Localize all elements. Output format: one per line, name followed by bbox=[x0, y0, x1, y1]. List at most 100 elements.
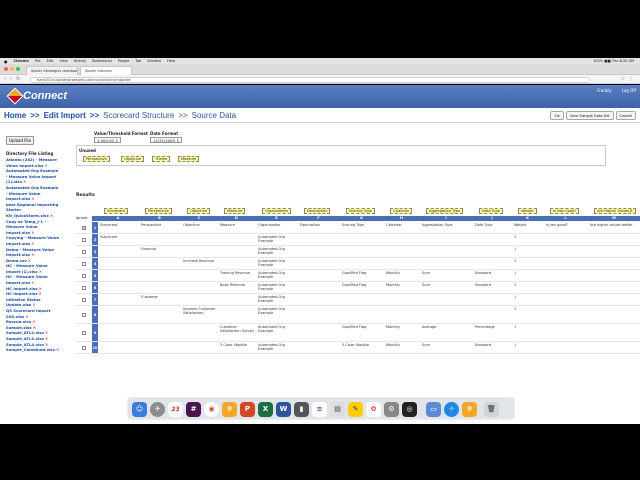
safari-icon[interactable]: ✧ bbox=[444, 402, 459, 417]
remove-file-icon[interactable]: ✕ bbox=[44, 163, 47, 168]
upload-file-button[interactable]: Upload File bbox=[6, 136, 34, 145]
close-window-icon[interactable] bbox=[4, 67, 8, 71]
remove-file-icon[interactable]: ✕ bbox=[31, 230, 34, 235]
user-link[interactable]: Frankly bbox=[597, 88, 611, 93]
ignore-checkbox[interactable] bbox=[82, 298, 86, 302]
column-mapping-chip[interactable]: Perspective bbox=[145, 208, 172, 214]
preview-icon[interactable]: ▤ bbox=[330, 402, 345, 417]
column-mapping-chip[interactable]: Are Higher Values B bbox=[594, 208, 636, 214]
remove-file-icon[interactable]: ✕ bbox=[28, 258, 31, 263]
column-mapping-chip[interactable]: Measure bbox=[224, 208, 246, 214]
remove-file-icon[interactable]: ✕ bbox=[23, 179, 26, 184]
column-mapping-chip[interactable]: Is Has Good? bbox=[550, 208, 580, 214]
menu-item-edit[interactable]: Edit bbox=[47, 59, 54, 63]
ignore-checkbox[interactable] bbox=[82, 313, 86, 317]
chrome-icon[interactable]: ◉ bbox=[204, 402, 219, 417]
remove-file-icon[interactable]: ✕ bbox=[45, 336, 48, 341]
remove-file-icon[interactable]: ✕ bbox=[32, 319, 35, 324]
remove-file-icon[interactable]: ✕ bbox=[31, 196, 34, 201]
finder-icon[interactable]: ☺ bbox=[132, 402, 147, 417]
remove-file-icon[interactable]: ✕ bbox=[50, 213, 53, 218]
unused-chip-objective[interactable]: Objective bbox=[121, 156, 145, 162]
reload-icon[interactable]: ↻ bbox=[16, 76, 20, 82]
menu-item-window[interactable]: Window bbox=[147, 59, 161, 63]
remove-file-icon[interactable]: ✕ bbox=[25, 314, 28, 319]
column-mapping-chip[interactable]: Weight bbox=[518, 208, 537, 214]
menu-item-chrome[interactable]: Chrome bbox=[14, 59, 29, 63]
breadcrumb-scorecard-structure[interactable]: Scorecard Structure bbox=[103, 111, 174, 120]
column-mapping-chip[interactable]: Organization bbox=[262, 208, 291, 214]
remove-file-icon[interactable]: ✕ bbox=[31, 241, 34, 246]
unused-chip-perspective[interactable]: Perspective bbox=[83, 156, 110, 162]
column-mapping-chip[interactable]: Description bbox=[304, 208, 331, 214]
calendar-icon[interactable]: 23 bbox=[168, 402, 183, 417]
cancel-button[interactable]: Cancel bbox=[615, 111, 636, 120]
logoff-link[interactable]: Log Off bbox=[622, 88, 636, 93]
breadcrumb-home[interactable]: Home bbox=[4, 111, 26, 120]
column-mapping-chip[interactable]: Scoring Type bbox=[346, 208, 375, 214]
column-mapping-chip[interactable]: Objective bbox=[187, 208, 211, 214]
snowflake-app-2-icon[interactable]: ✻ bbox=[462, 402, 477, 417]
ignore-checkbox[interactable] bbox=[82, 262, 86, 266]
column-mapping-chip[interactable]: Aggregation Type bbox=[426, 208, 464, 214]
menu-item-help[interactable]: Help bbox=[167, 59, 175, 63]
remove-file-icon[interactable]: ✕ bbox=[39, 291, 42, 296]
connect-logo[interactable]: Connect bbox=[6, 87, 67, 105]
column-mapping-chip[interactable]: Data Type bbox=[479, 208, 503, 214]
remove-file-icon[interactable]: ✕ bbox=[45, 330, 48, 335]
ok-button[interactable]: Ok bbox=[550, 111, 564, 120]
zoom-window-icon[interactable] bbox=[16, 67, 20, 71]
unused-chip-measure[interactable]: Measure bbox=[178, 156, 200, 162]
ignore-checkbox[interactable] bbox=[82, 274, 86, 278]
downloads-folder-icon[interactable]: ▭ bbox=[426, 402, 441, 417]
slack-icon[interactable]: # bbox=[186, 402, 201, 417]
back-icon[interactable]: ‹ bbox=[4, 76, 6, 82]
value-format-select[interactable]: 1,000.00 ⇕ bbox=[94, 137, 122, 143]
file-item[interactable]: Sample_Combined.xlsx✕ bbox=[6, 347, 70, 353]
remove-file-icon[interactable]: ✕ bbox=[56, 347, 59, 352]
view-sample-button[interactable]: View Sample Data Set bbox=[565, 111, 614, 120]
ignore-checkbox[interactable] bbox=[82, 250, 86, 254]
menu-item-file[interactable]: File bbox=[35, 59, 41, 63]
menu-dots-icon[interactable]: ⋮ bbox=[629, 76, 634, 82]
column-mapping-chip[interactable]: Scorecard bbox=[104, 208, 128, 214]
powerpoint-icon[interactable]: P bbox=[240, 402, 255, 417]
ignore-checkbox[interactable] bbox=[82, 331, 86, 335]
unused-chip-theme[interactable]: Theme bbox=[152, 156, 171, 162]
trash-icon[interactable]: 🗑 bbox=[484, 402, 499, 417]
minimize-window-icon[interactable] bbox=[10, 67, 14, 71]
notes-icon[interactable]: ≡ bbox=[312, 402, 327, 417]
photos-icon[interactable]: ✿ bbox=[366, 402, 381, 417]
menu-item-view[interactable]: View bbox=[59, 59, 67, 63]
browser-tab-connect[interactable]: Spider Connect bbox=[80, 66, 132, 75]
system-preferences-icon[interactable]: ⚙ bbox=[384, 402, 399, 417]
remove-file-icon[interactable]: ✕ bbox=[39, 286, 42, 291]
date-format-select[interactable]: 12/31/2009 ⇕ bbox=[150, 137, 183, 143]
apple-icon[interactable]: ● bbox=[4, 59, 8, 64]
launchpad-icon[interactable]: ✈ bbox=[150, 402, 165, 417]
ignore-checkbox[interactable] bbox=[82, 238, 86, 242]
snowflake-app-icon[interactable]: ✻ bbox=[222, 402, 237, 417]
star-icon[interactable]: ☆ bbox=[621, 76, 625, 82]
screenshot-icon[interactable]: ◎ bbox=[402, 402, 417, 417]
remove-file-icon[interactable]: ✕ bbox=[31, 280, 34, 285]
word-icon[interactable]: W bbox=[276, 402, 291, 417]
stickies-icon[interactable]: ✎ bbox=[348, 402, 363, 417]
remove-file-icon[interactable]: ✕ bbox=[32, 302, 35, 307]
ignore-checkbox[interactable]: ✓ bbox=[82, 226, 86, 230]
menu-item-history[interactable]: History bbox=[74, 59, 86, 63]
menu-item-tab[interactable]: Tab bbox=[135, 59, 141, 63]
ignore-checkbox[interactable] bbox=[82, 346, 86, 350]
remove-file-icon[interactable]: ✕ bbox=[31, 252, 34, 257]
ignore-checkbox[interactable] bbox=[82, 286, 86, 290]
remove-file-icon[interactable]: ✕ bbox=[33, 325, 36, 330]
excel-icon[interactable]: X bbox=[258, 402, 273, 417]
remove-file-icon[interactable]: ✕ bbox=[39, 269, 42, 274]
menu-item-bookmarks[interactable]: Bookmarks bbox=[92, 59, 112, 63]
forward-icon[interactable]: › bbox=[10, 76, 12, 82]
browser-tab-dashboard[interactable]: Spider Strategies dashboard bbox=[26, 66, 78, 75]
menu-item-people[interactable]: People bbox=[118, 59, 130, 63]
breadcrumb-edit-import[interactable]: Edit Import bbox=[44, 111, 86, 120]
terminal-icon[interactable]: ▮ bbox=[294, 402, 309, 417]
column-mapping-chip[interactable]: Calendar bbox=[390, 208, 413, 214]
